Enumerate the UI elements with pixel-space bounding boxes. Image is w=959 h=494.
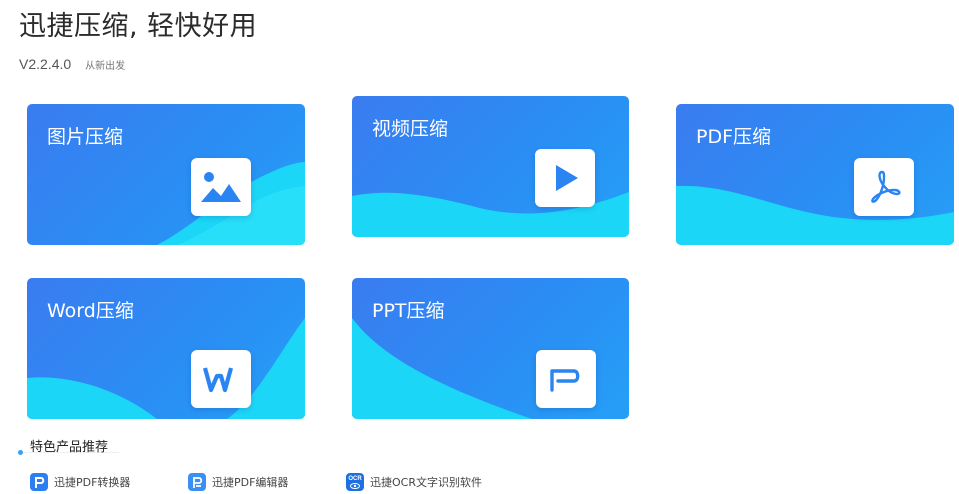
pdf-converter-icon xyxy=(30,473,48,491)
card-label: 视频压缩 xyxy=(372,118,449,140)
section-marker xyxy=(18,450,23,455)
ppt-icon xyxy=(536,350,596,408)
card-pdf-compress[interactable]: PDF压缩 xyxy=(676,104,954,245)
card-ppt-compress[interactable]: PPT压缩 xyxy=(352,278,629,419)
card-label: PPT压缩 xyxy=(372,300,445,322)
product-name: 迅捷PDF转换器 xyxy=(54,476,131,489)
card-video-compress[interactable]: 视频压缩 xyxy=(352,96,629,237)
version-note: 从新出发 xyxy=(85,61,126,72)
card-label: Word压缩 xyxy=(47,300,134,322)
acrobat-icon xyxy=(854,158,914,216)
version-number: V2.2.4.0 xyxy=(19,56,72,72)
product-name: 迅捷OCR文字识别软件 xyxy=(370,476,482,489)
image-icon xyxy=(191,158,251,216)
card-word-compress[interactable]: Word压缩 xyxy=(27,278,305,419)
product-pdf-editor[interactable]: 迅捷PDF编辑器 xyxy=(188,473,288,491)
version-row: V2.2.4.0 从新出发 xyxy=(19,56,125,72)
featured-title: 特色产品推荐 xyxy=(30,440,109,455)
play-icon xyxy=(535,149,595,207)
pdf-editor-icon xyxy=(188,473,206,491)
app-title: 迅捷压缩, 轻快好用 xyxy=(19,11,258,42)
word-icon xyxy=(191,350,251,408)
product-name: 迅捷PDF编辑器 xyxy=(212,476,289,489)
card-label: 图片压缩 xyxy=(47,126,124,148)
ocr-icon: OCR xyxy=(346,473,364,491)
card-image-compress[interactable]: 图片压缩 xyxy=(27,104,305,245)
card-label: PDF压缩 xyxy=(696,126,772,148)
product-ocr[interactable]: OCR 迅捷OCR文字识别软件 xyxy=(346,473,482,491)
ocr-icon-text: OCR xyxy=(348,475,362,482)
product-pdf-converter[interactable]: 迅捷PDF转换器 xyxy=(30,473,130,491)
